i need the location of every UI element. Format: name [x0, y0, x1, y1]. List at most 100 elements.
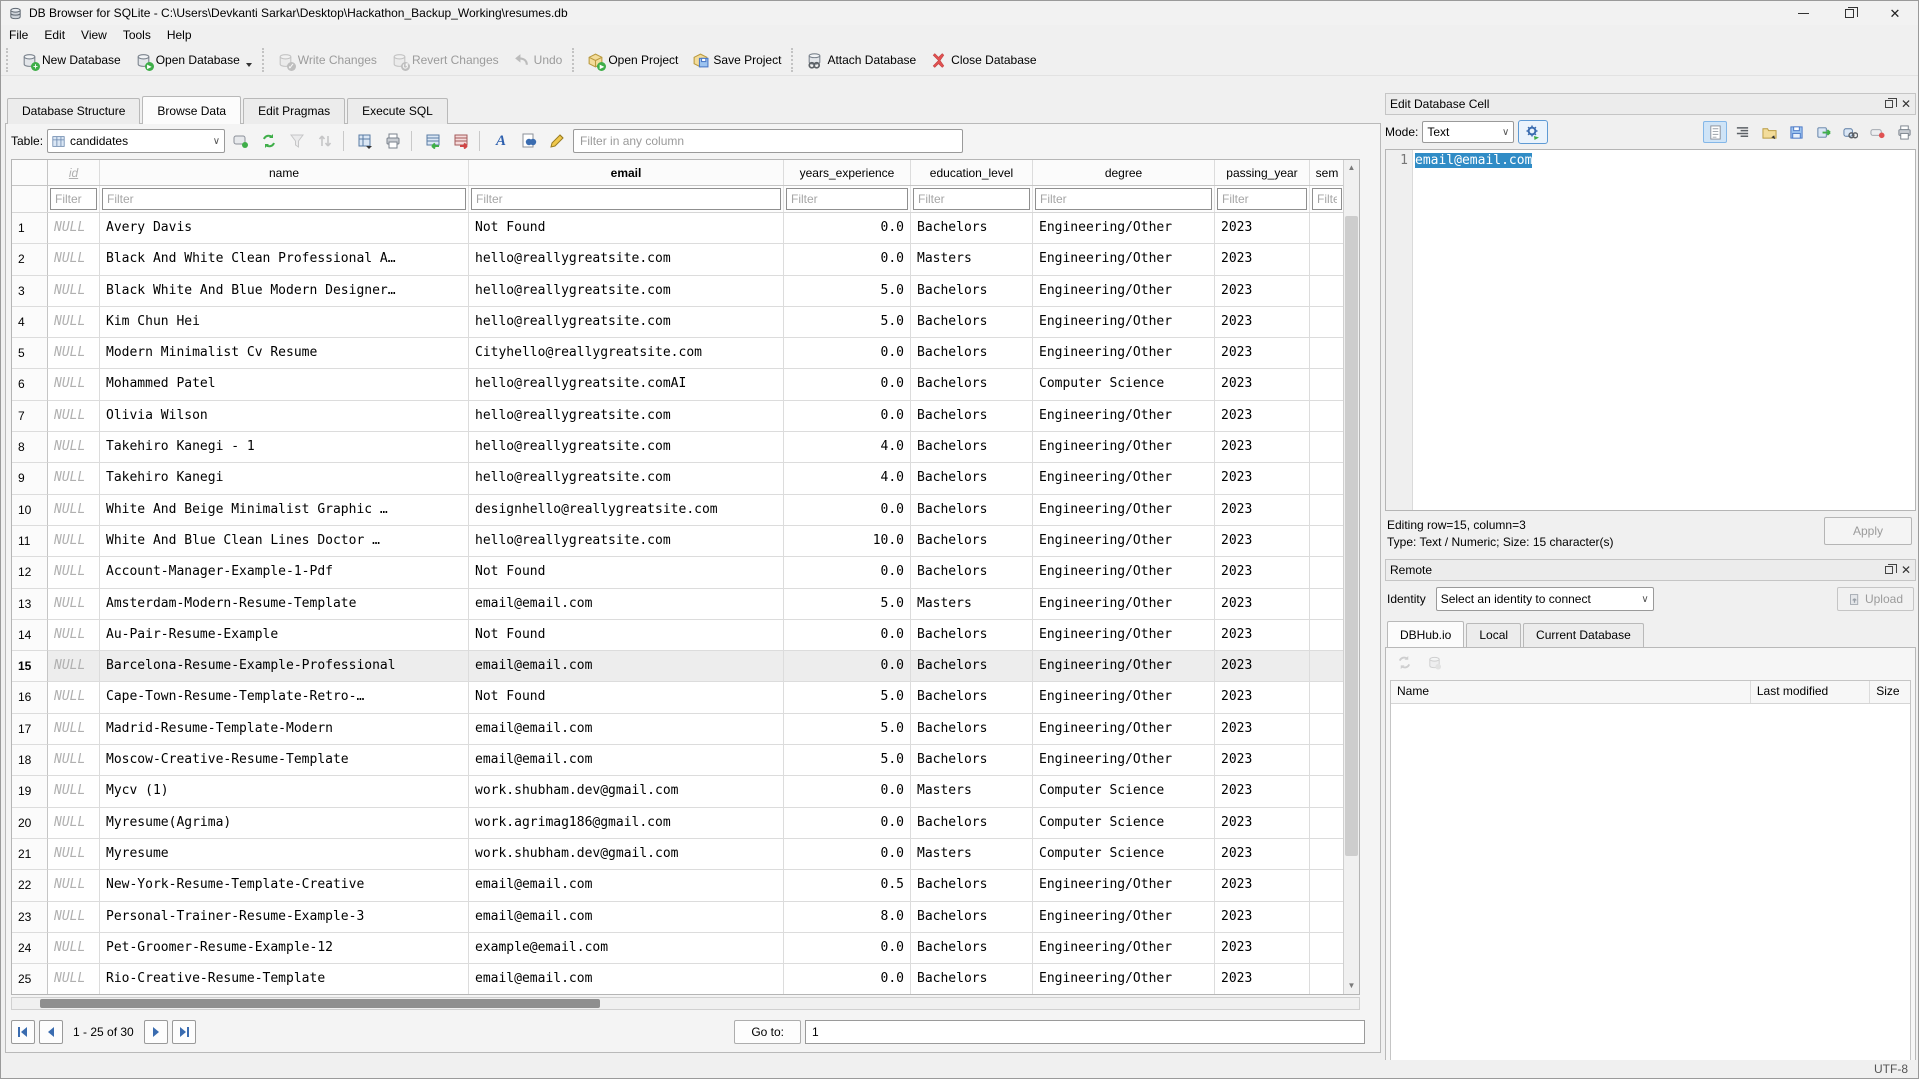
cell-passing-year[interactable]: 2023	[1215, 651, 1310, 682]
cell-email[interactable]: designhello@reallygreatsite.com	[469, 495, 784, 526]
apply-button[interactable]: Apply	[1824, 517, 1912, 545]
row-number[interactable]: 12	[12, 557, 48, 588]
cell-name[interactable]: Olivia Wilson	[100, 401, 469, 432]
cell-id[interactable]: NULL	[48, 776, 100, 807]
table-row[interactable]: 13 NULL Amsterdam-Modern-Resume-Template…	[12, 589, 1344, 620]
row-number[interactable]: 1	[12, 213, 48, 244]
cell-email[interactable]: email@email.com	[469, 745, 784, 776]
open-project-button[interactable]: ▸ Open Project	[580, 48, 685, 73]
column-header-email[interactable]: email	[469, 160, 784, 185]
table-row[interactable]: 14 NULL Au-Pair-Resume-Example Not Found…	[12, 620, 1344, 651]
filter-input-degree[interactable]	[1035, 188, 1212, 210]
cell-years-experience[interactable]: 4.0	[784, 463, 911, 494]
cell-years-experience[interactable]: 0.0	[784, 338, 911, 369]
revert-changes-button[interactable]: ↺ Revert Changes	[384, 48, 506, 73]
row-number[interactable]: 6	[12, 369, 48, 400]
cell-name[interactable]: Black And White Clean Professional A…	[100, 244, 469, 275]
cell-education-level[interactable]: Bachelors	[911, 745, 1033, 776]
filter-input-passing-year[interactable]	[1217, 188, 1307, 210]
cell-degree[interactable]: Engineering/Other	[1033, 401, 1215, 432]
table-select[interactable]: candidates ∨	[47, 129, 225, 153]
row-number[interactable]: 7	[12, 401, 48, 432]
undo-button[interactable]: Undo	[506, 48, 570, 73]
scrollbar-thumb[interactable]	[40, 999, 600, 1008]
write-changes-button[interactable]: ✓ Write Changes	[270, 48, 384, 73]
cell-passing-year[interactable]: 2023	[1215, 589, 1310, 620]
cell-sem[interactable]	[1310, 401, 1344, 432]
row-number[interactable]: 13	[12, 589, 48, 620]
cell-email[interactable]: Cityhello@reallygreatsite.com	[469, 338, 784, 369]
rtl-view-button[interactable]	[1730, 121, 1754, 143]
cell-sem[interactable]	[1310, 369, 1344, 400]
cell-email[interactable]: email@email.com	[469, 964, 784, 995]
cell-degree[interactable]: Engineering/Other	[1033, 244, 1215, 275]
row-number[interactable]: 20	[12, 808, 48, 839]
editor-content[interactable]: email@email.com	[1413, 150, 1534, 510]
cell-education-level[interactable]: Bachelors	[911, 432, 1033, 463]
grid-horizontal-scrollbar[interactable]	[11, 997, 1360, 1010]
filter-input-education-level[interactable]	[913, 188, 1030, 210]
cell-passing-year[interactable]: 2023	[1215, 620, 1310, 651]
cell-degree[interactable]: Computer Science	[1033, 839, 1215, 870]
cell-years-experience[interactable]: 5.0	[784, 714, 911, 745]
row-number[interactable]: 8	[12, 432, 48, 463]
cell-degree[interactable]: Engineering/Other	[1033, 714, 1215, 745]
new-database-button[interactable]: + New Database	[14, 48, 128, 73]
cell-passing-year[interactable]: 2023	[1215, 682, 1310, 713]
cell-degree[interactable]: Engineering/Other	[1033, 495, 1215, 526]
cell-passing-year[interactable]: 2023	[1215, 276, 1310, 307]
cell-email[interactable]: work.shubham.dev@gmail.com	[469, 839, 784, 870]
scroll-down-icon[interactable]: ▼	[1344, 978, 1359, 994]
menu-item[interactable]: Help	[159, 26, 200, 44]
cell-name[interactable]: Rio-Creative-Resume-Template	[100, 964, 469, 995]
cell-sem[interactable]	[1310, 745, 1344, 776]
row-number[interactable]: 9	[12, 463, 48, 494]
cell-education-level[interactable]: Bachelors	[911, 714, 1033, 745]
cell-name[interactable]: Myresume(Agrima)	[100, 808, 469, 839]
cell-email[interactable]: hello@reallygreatsite.com	[469, 276, 784, 307]
row-number[interactable]: 18	[12, 745, 48, 776]
table-row[interactable]: 22 NULL New-York-Resume-Template-Creativ…	[12, 870, 1344, 901]
cell-education-level[interactable]: Bachelors	[911, 495, 1033, 526]
cell-education-level[interactable]: Bachelors	[911, 620, 1033, 651]
cell-degree[interactable]: Engineering/Other	[1033, 933, 1215, 964]
cell-education-level[interactable]: Bachelors	[911, 338, 1033, 369]
filter-any-column-input[interactable]	[573, 129, 963, 153]
column-header-years-experience[interactable]: years_experience	[784, 160, 911, 185]
cell-email[interactable]: email@email.com	[469, 870, 784, 901]
cell-sem[interactable]	[1310, 808, 1344, 839]
edit-cell-button[interactable]	[545, 129, 569, 153]
cell-years-experience[interactable]: 0.0	[784, 401, 911, 432]
cell-passing-year[interactable]: 2023	[1215, 745, 1310, 776]
cell-education-level[interactable]: Masters	[911, 589, 1033, 620]
scrollbar-thumb[interactable]	[1345, 216, 1358, 856]
cell-email[interactable]: email@email.com	[469, 651, 784, 682]
column-header-last-modified[interactable]: Last modified	[1751, 681, 1870, 703]
tab-edit-pragmas[interactable]: Edit Pragmas	[243, 98, 345, 124]
open-database-button[interactable]: ▸ Open Database	[128, 48, 259, 73]
cell-degree[interactable]: Engineering/Other	[1033, 432, 1215, 463]
cell-years-experience[interactable]: 0.0	[784, 776, 911, 807]
table-row[interactable]: 25 NULL Rio-Creative-Resume-Template ema…	[12, 964, 1344, 995]
goto-button[interactable]: Go to:	[734, 1020, 801, 1044]
cell-passing-year[interactable]: 2023	[1215, 964, 1310, 995]
cell-years-experience[interactable]: 0.0	[784, 369, 911, 400]
tab-execute-sql[interactable]: Execute SQL	[347, 98, 448, 124]
mode-select[interactable]: Text ∨	[1422, 121, 1514, 143]
cell-education-level[interactable]: Bachelors	[911, 369, 1033, 400]
cell-name[interactable]: Myresume	[100, 839, 469, 870]
cell-passing-year[interactable]: 2023	[1215, 808, 1310, 839]
cell-education-level[interactable]: Bachelors	[911, 463, 1033, 494]
cell-name[interactable]: Avery Davis	[100, 213, 469, 244]
remote-refresh-button[interactable]	[1392, 650, 1416, 674]
cell-id[interactable]: NULL	[48, 745, 100, 776]
tab-local[interactable]: Local	[1466, 623, 1521, 647]
cell-education-level[interactable]: Bachelors	[911, 964, 1033, 995]
menu-item[interactable]: View	[73, 26, 115, 44]
cell-education-level[interactable]: Masters	[911, 839, 1033, 870]
cell-id[interactable]: NULL	[48, 714, 100, 745]
menu-item[interactable]: Tools	[115, 26, 159, 44]
cell-id[interactable]: NULL	[48, 870, 100, 901]
cell-id[interactable]: NULL	[48, 933, 100, 964]
table-row[interactable]: 3 NULL Black White And Blue Modern Desig…	[12, 276, 1344, 307]
